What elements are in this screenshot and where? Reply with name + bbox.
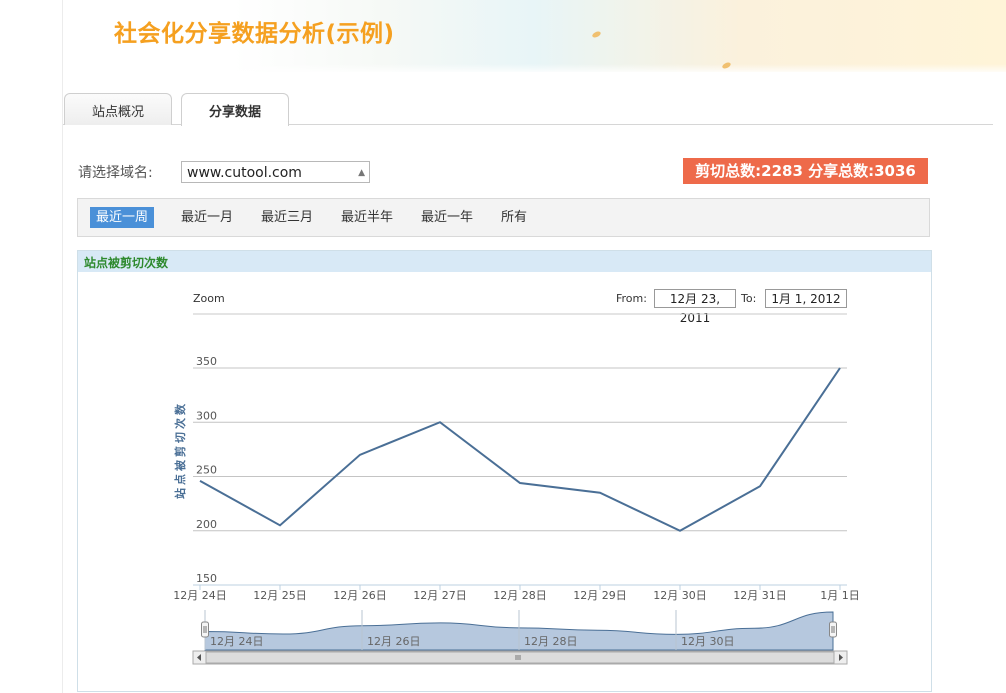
y-axis-label: 站点被剪切次数 — [173, 401, 187, 499]
navigator-label: 12月 28日 — [524, 635, 578, 648]
x-tick-label: 12月 26日 — [333, 589, 387, 602]
navigator-label: 12月 26日 — [367, 635, 421, 648]
x-tick-label: 12月 27日 — [413, 589, 467, 602]
x-tick-label: 12月 25日 — [253, 589, 307, 602]
grid-lines — [193, 367, 847, 532]
y-tick-label: 200 — [196, 518, 217, 531]
series-line — [199, 367, 841, 532]
line-chart: 150200250300350 站点被剪切次数 12月 24日 12月 25日 12… — [173, 313, 860, 665]
x-tick-label: 12月 31日 — [733, 589, 787, 602]
navigator-handle[interactable] — [201, 621, 209, 638]
x-tick-label: 12月 24日 — [173, 589, 227, 602]
y-axis-ticks: 150 200 250 300 350 — [196, 355, 217, 585]
navigator-label: 12月 30日 — [681, 635, 735, 648]
x-tick-label: 12月 28日 — [493, 589, 547, 602]
y-tick-label: 250 — [196, 464, 217, 477]
navigator[interactable]: 12月 24日 12月 26日 12月 28日 12月 30日 — [192, 610, 848, 665]
x-tick-label: 12月 29日 — [573, 589, 627, 602]
y-tick-label: 350 — [196, 355, 217, 368]
x-tick-label: 1月 1日 — [820, 589, 860, 602]
y-tick-label: 150 — [196, 572, 217, 585]
x-tick-label: 12月 30日 — [653, 589, 707, 602]
navigator-handle[interactable] — [829, 621, 837, 638]
y-tick-label: 300 — [196, 409, 217, 422]
x-axis: 12月 24日 12月 25日 12月 26日 12月 27日 12月 28日 12月 2… — [173, 584, 860, 602]
navigator-label: 12月 24日 — [210, 635, 264, 648]
